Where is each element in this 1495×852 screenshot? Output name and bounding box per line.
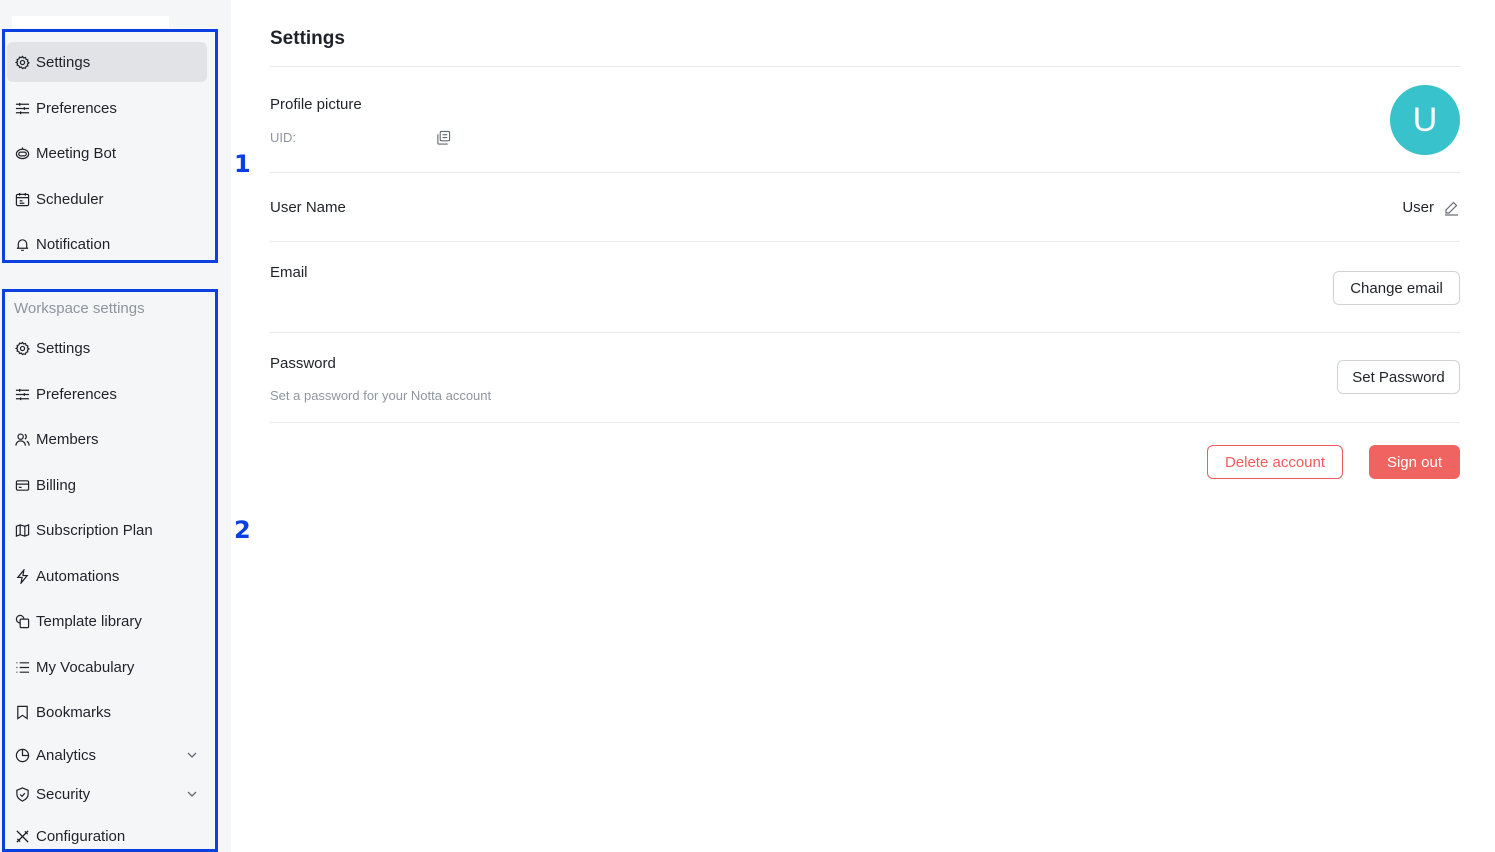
divider: [270, 241, 1460, 242]
annotation-box-1: [2, 29, 218, 263]
profile-picture-label: Profile picture: [270, 96, 362, 113]
copy-icon[interactable]: [436, 130, 451, 145]
divider: [270, 172, 1460, 173]
uid-label: UID:: [270, 130, 296, 145]
sign-out-button[interactable]: Sign out: [1369, 445, 1460, 479]
divider: [270, 66, 1460, 67]
divider: [270, 332, 1460, 333]
annotation-label-1: 1: [234, 150, 251, 178]
annotation-box-2: [2, 289, 218, 852]
edit-icon[interactable]: [1443, 200, 1459, 216]
user-name-value: User: [1402, 199, 1434, 216]
set-password-button[interactable]: Set Password: [1337, 360, 1460, 394]
password-label: Password: [270, 355, 336, 372]
page-title: Settings: [270, 28, 345, 49]
avatar[interactable]: U: [1390, 85, 1460, 155]
email-label: Email: [270, 264, 308, 281]
password-hint: Set a password for your Notta account: [270, 388, 492, 403]
user-name-label: User Name: [270, 199, 346, 216]
change-email-button[interactable]: Change email: [1333, 271, 1460, 305]
divider: [270, 422, 1460, 423]
annotation-label-2: 2: [234, 516, 251, 544]
sidebar-logo-area: [12, 16, 169, 28]
delete-account-button[interactable]: Delete account: [1207, 445, 1343, 479]
